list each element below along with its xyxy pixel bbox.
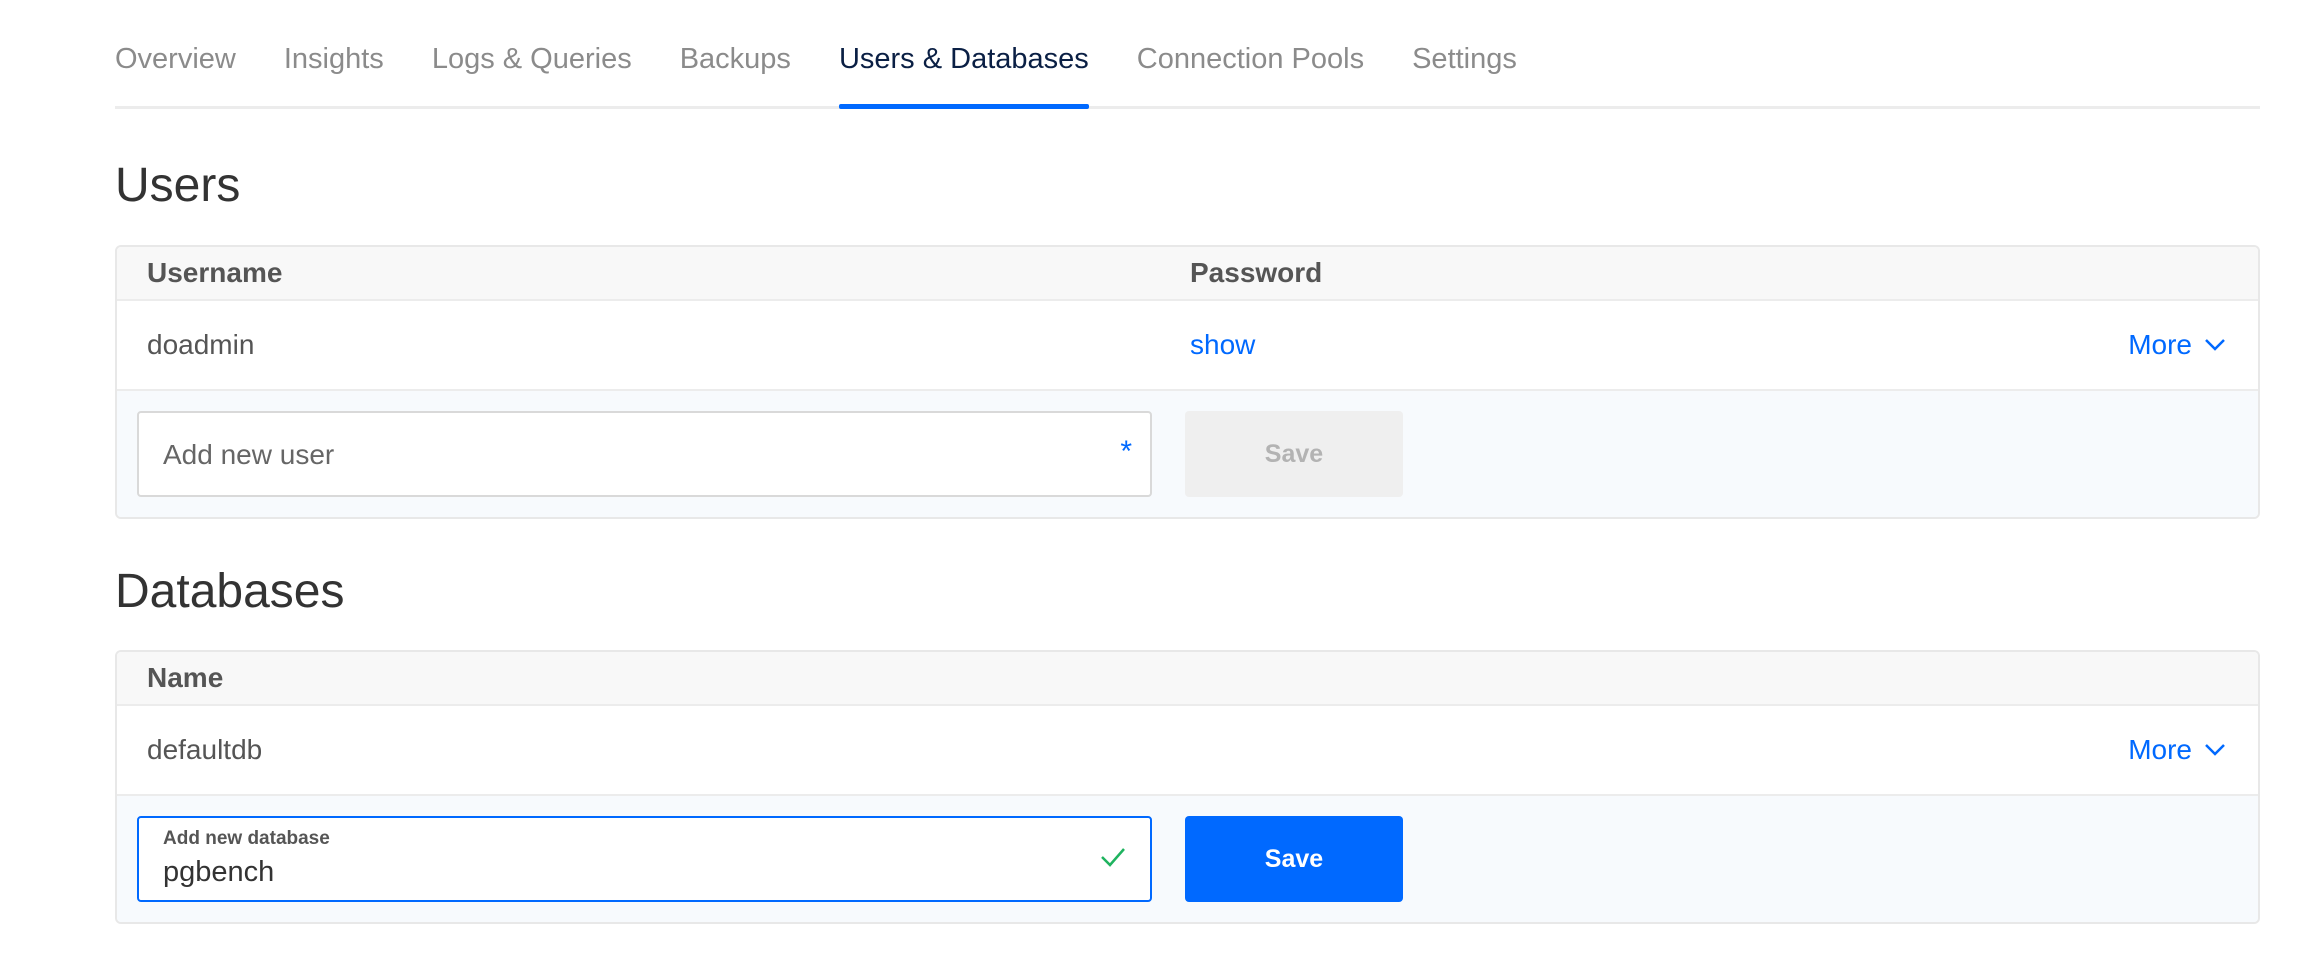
chevron-down-icon <box>2205 339 2225 351</box>
add-user-row: Add new user * Save <box>117 391 2258 517</box>
databases-table-header: Name <box>117 652 2258 706</box>
tab-backups[interactable]: Backups <box>680 43 791 106</box>
save-database-button[interactable]: Save <box>1185 816 1403 902</box>
page: Overview Insights Logs & Queries Backups… <box>0 0 2310 968</box>
add-database-input[interactable]: Add new database pgbench <box>137 816 1152 902</box>
add-user-input[interactable]: Add new user * <box>137 411 1152 497</box>
tab-overview[interactable]: Overview <box>115 43 236 106</box>
more-label: More <box>2128 329 2192 360</box>
add-database-value: pgbench <box>163 856 275 888</box>
users-title: Users <box>115 159 241 212</box>
database-more-menu[interactable]: More <box>2128 734 2226 766</box>
username-cell: doadmin <box>147 329 255 360</box>
tab-connection-pools[interactable]: Connection Pools <box>1137 43 1364 106</box>
database-name-cell: defaultdb <box>147 734 263 765</box>
name-column-header: Name <box>147 662 224 693</box>
databases-panel: Name defaultdb More Add new database pgb… <box>115 650 2260 924</box>
users-panel: Username Password doadmin show More Add … <box>115 245 2260 519</box>
table-row: defaultdb More <box>117 706 2258 796</box>
save-user-button[interactable]: Save <box>1185 411 1403 497</box>
required-mark: * <box>1120 435 1132 468</box>
tab-logs-queries[interactable]: Logs & Queries <box>432 43 632 106</box>
more-label: More <box>2128 734 2192 765</box>
add-user-placeholder: Add new user <box>163 439 335 470</box>
users-table-header: Username Password <box>117 247 2258 301</box>
username-column-header: Username <box>147 257 283 288</box>
password-column-header: Password <box>1190 257 1323 288</box>
tab-bar: Overview Insights Logs & Queries Backups… <box>115 0 2260 109</box>
tab-users-databases[interactable]: Users & Databases <box>838 43 1089 109</box>
databases-title: Databases <box>115 565 345 618</box>
add-database-row: Add new database pgbench Save <box>117 796 2258 922</box>
check-icon <box>1101 848 1125 867</box>
table-row: doadmin show More <box>117 301 2258 391</box>
chevron-down-icon <box>2205 744 2225 756</box>
show-password-link[interactable]: show <box>1190 329 1255 361</box>
user-more-menu[interactable]: More <box>2128 329 2226 361</box>
tab-insights[interactable]: Insights <box>284 43 384 106</box>
tab-settings[interactable]: Settings <box>1412 43 1517 106</box>
add-database-label: Add new database <box>163 828 330 849</box>
